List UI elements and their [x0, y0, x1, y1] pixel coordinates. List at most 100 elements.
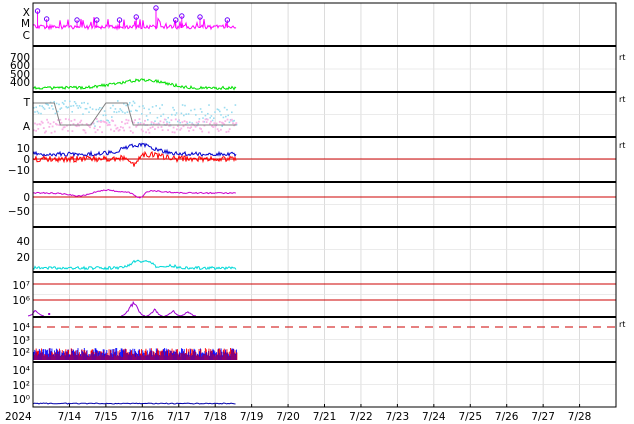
ta-t-point [94, 125, 96, 127]
ta-t-point [220, 114, 222, 116]
ta-a-point [49, 122, 52, 125]
ta-a-point [129, 130, 132, 132]
proton-tick-label: 10³ [12, 335, 30, 347]
ta-a-point [212, 126, 215, 128]
ta-t-point [183, 114, 185, 117]
ta-a-point [206, 118, 209, 121]
ta-a-point [173, 131, 176, 134]
side-marker-label: rt [619, 320, 625, 329]
ta-a-point [183, 120, 186, 123]
ta-t-point [52, 108, 54, 110]
ta-t-point [155, 105, 157, 107]
ta-t-point [117, 100, 119, 102]
ta-t-point [130, 110, 132, 113]
ta-a-point [140, 128, 143, 131]
ta-a-point [231, 118, 233, 121]
ta-t-point [207, 112, 209, 115]
ta-t-point [210, 115, 213, 117]
ta-t-point [151, 106, 154, 108]
ta-a-point [101, 131, 103, 134]
ta-a-point [198, 120, 200, 123]
ta-t-point [195, 114, 197, 116]
ta-a-point [195, 121, 198, 124]
ta-t-point [47, 104, 49, 106]
ta-t-point [184, 104, 186, 107]
ta-t-point [64, 100, 66, 102]
ta-t-point [138, 105, 141, 108]
ta-t-point [48, 107, 51, 109]
ta-a-point [41, 121, 44, 124]
ta-t-point [103, 110, 106, 112]
x-tick-label: 7/24 [422, 411, 446, 423]
electron-burst [164, 310, 181, 317]
ta-a-point [56, 123, 58, 126]
proton-tick-label: 10⁴ [12, 322, 30, 334]
dst-tick-label: −50 [8, 206, 30, 218]
x-tick-label: 7/26 [495, 411, 519, 423]
ta-a-point [170, 119, 173, 122]
ta-t-point [82, 113, 84, 115]
ta-t-point [208, 104, 210, 106]
ta-a-point [167, 129, 169, 132]
ta-a-point [182, 125, 185, 128]
ta-a-point [45, 130, 47, 133]
ta-t-point [54, 112, 57, 115]
ta-t-point [190, 109, 192, 112]
ta-t-point [97, 108, 100, 111]
ta-a-point [202, 120, 205, 123]
ta-a-point [185, 121, 188, 123]
ta-t-point [109, 107, 112, 109]
ta-a-point [157, 126, 160, 129]
ta-a-point [114, 124, 117, 127]
ta-a-point [75, 125, 78, 128]
ta-t-point [53, 100, 55, 103]
side-marker-label: rt [619, 141, 625, 150]
ta-a-point [163, 118, 166, 121]
ta-t-point [34, 111, 36, 113]
ta-a-point [121, 121, 123, 123]
ta-a-point [215, 122, 218, 125]
ta-t-point [199, 108, 202, 110]
ta-t-point [180, 112, 183, 115]
ta-a-point [89, 126, 91, 129]
ta-a-point [113, 130, 116, 132]
ta-a-point [139, 122, 142, 125]
ta-t-point [112, 104, 114, 107]
side-marker-label: rt [619, 95, 625, 104]
x-tick-label: 7/18 [203, 411, 227, 423]
ta-a-point [207, 131, 210, 134]
ta-a-point [97, 120, 100, 123]
ta-a-point [152, 122, 155, 125]
ta-a-point [143, 122, 145, 125]
ta-t-point [107, 119, 109, 122]
ta-a-point [213, 122, 216, 125]
ta-a-point [174, 118, 177, 121]
ta-t-point [120, 109, 123, 112]
x-tick-label: 7/20 [276, 411, 300, 423]
ta-a-point [171, 131, 174, 134]
ta-a-point [112, 120, 114, 122]
ta-a-point [151, 126, 154, 128]
ta-t-point [118, 110, 120, 113]
space-weather-plot: XMC700600500400TA100−100−50402010⁷10⁶10⁴… [5, 2, 625, 423]
ta-t-point [60, 107, 63, 109]
ta-t-point [121, 111, 124, 113]
ta-t-point [167, 116, 169, 119]
ta-t-point [161, 104, 163, 106]
ta-t-point [95, 108, 97, 111]
ta-t-point [136, 109, 138, 112]
ta-a-point [178, 119, 180, 122]
ta-t-point [221, 125, 223, 127]
flux-series [32, 402, 236, 405]
ta-a-point [37, 127, 40, 130]
ta-a-point [226, 118, 229, 121]
ta-a-point [176, 128, 178, 131]
ta-a-point [39, 123, 42, 126]
ta-a-point [110, 128, 112, 131]
ta-t-point [115, 111, 118, 114]
ta-t-point [175, 112, 178, 114]
ta-a-point [123, 129, 125, 132]
x-tick-label: 7/16 [131, 411, 155, 423]
ta-t-point [71, 111, 73, 113]
ta-a-point [194, 125, 197, 128]
